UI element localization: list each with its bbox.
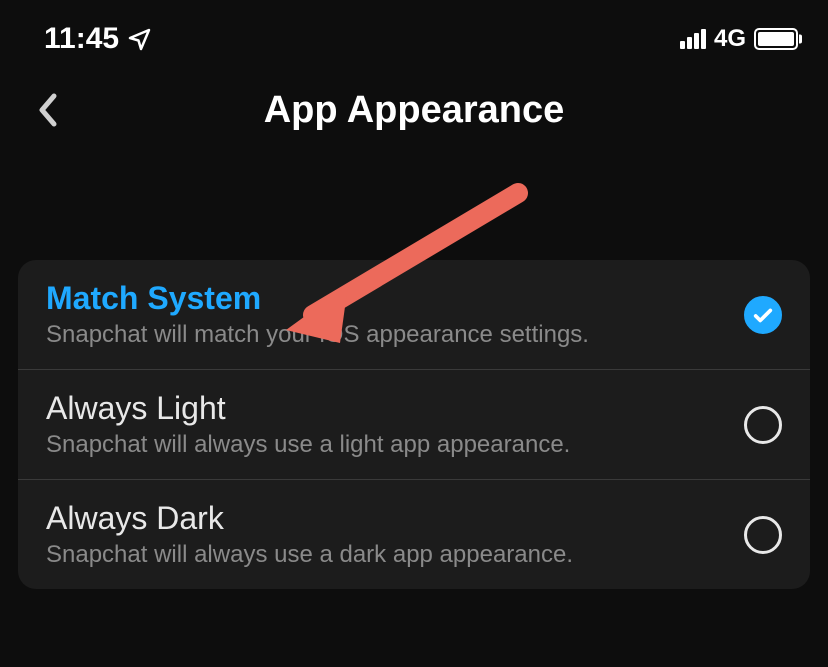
appearance-options-list: Match System Snapchat will match your iO… <box>18 260 810 589</box>
option-subtitle: Snapchat will always use a light app app… <box>46 431 744 459</box>
option-text: Always Light Snapchat will always use a … <box>46 390 744 459</box>
status-right: 4G <box>680 25 798 53</box>
option-always-dark[interactable]: Always Dark Snapchat will always use a d… <box>18 480 810 589</box>
page-title: App Appearance <box>264 89 565 132</box>
option-match-system[interactable]: Match System Snapchat will match your iO… <box>18 260 810 370</box>
location-icon <box>127 27 151 51</box>
radio-unselected[interactable] <box>744 516 782 554</box>
checkmark-icon <box>752 304 774 326</box>
option-subtitle: Snapchat will always use a dark app appe… <box>46 541 744 569</box>
chevron-left-icon <box>37 92 59 128</box>
radio-unselected[interactable] <box>744 406 782 444</box>
option-title: Always Light <box>46 390 744 427</box>
network-label: 4G <box>714 25 746 53</box>
option-title: Match System <box>46 280 744 317</box>
status-left: 11:45 <box>44 22 151 56</box>
battery-icon <box>754 28 798 50</box>
radio-selected[interactable] <box>744 296 782 334</box>
cellular-signal-icon <box>680 29 706 49</box>
option-text: Always Dark Snapchat will always use a d… <box>46 500 744 569</box>
back-button[interactable] <box>28 90 68 130</box>
status-time: 11:45 <box>44 22 119 56</box>
nav-header: App Appearance <box>0 70 828 150</box>
option-text: Match System Snapchat will match your iO… <box>46 280 744 349</box>
status-bar: 11:45 4G <box>0 0 828 70</box>
option-title: Always Dark <box>46 500 744 537</box>
option-always-light[interactable]: Always Light Snapchat will always use a … <box>18 370 810 480</box>
option-subtitle: Snapchat will match your iOS appearance … <box>46 321 744 349</box>
